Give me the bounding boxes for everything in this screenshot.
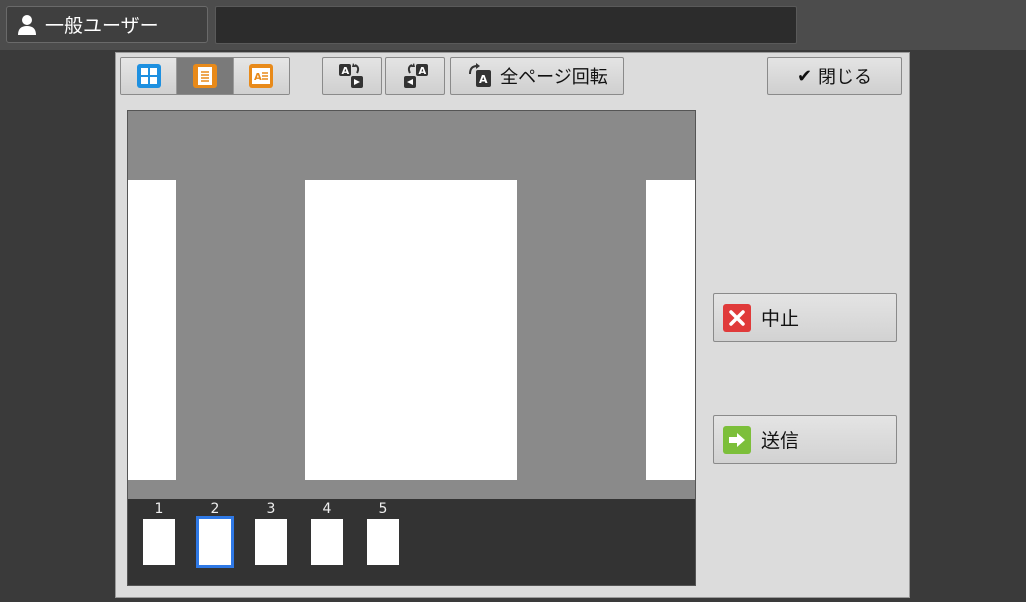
rotate-right-button[interactable]: A: [385, 57, 445, 95]
page-view-icon: [192, 64, 217, 88]
thumbnail-image: [196, 516, 234, 568]
title-field[interactable]: [215, 6, 797, 44]
rotate-all-pages-button[interactable]: A 全ページ回転: [450, 57, 624, 95]
send-label: 送信: [761, 430, 800, 452]
view-mode-selector: A: [120, 57, 290, 95]
detail-view-button[interactable]: A: [232, 58, 289, 94]
cancel-label: 中止: [761, 308, 800, 330]
rotate-right-icon: A: [404, 63, 428, 88]
send-arrow-icon: [723, 425, 751, 454]
previous-page-preview[interactable]: [128, 180, 176, 480]
rotate-page-icon: A: [469, 63, 492, 87]
thumbnail-page-5[interactable]: 5: [367, 499, 399, 565]
close-label: 閉じる: [818, 67, 873, 88]
top-bar: 一般ユーザー: [0, 0, 1026, 50]
thumbnail-page-3[interactable]: 3: [255, 499, 287, 565]
thumbnail-image: [311, 519, 343, 565]
single-page-view-button[interactable]: [176, 58, 233, 94]
svg-text:A: A: [479, 73, 488, 86]
thumbnail-page-1[interactable]: 1: [143, 499, 175, 565]
thumbnail-strip: 1 2 3 4 5: [128, 499, 695, 585]
thumbnail-page-4[interactable]: 4: [311, 499, 343, 565]
thumbnail-number: 5: [378, 501, 388, 517]
send-button[interactable]: 送信: [713, 415, 897, 464]
cancel-x-icon: [723, 303, 751, 332]
rotate-left-icon: A: [339, 63, 363, 88]
thumbnail-image: [255, 519, 287, 565]
grid-view-icon: [136, 64, 161, 88]
thumbnail-number: 3: [266, 501, 276, 517]
thumbnail-image: [143, 519, 175, 565]
user-button[interactable]: 一般ユーザー: [6, 6, 208, 43]
preview-dialog: A A A A 全ページ回転 ✔ 閉じる 1 2 3 4 5 中止 送信: [115, 52, 910, 598]
page-preview-area: 1 2 3 4 5: [127, 110, 696, 586]
current-page-preview: [305, 180, 517, 480]
svg-text:A: A: [342, 66, 350, 77]
thumbnail-image: [367, 519, 399, 565]
user-label: 一般ユーザー: [45, 15, 159, 37]
close-button[interactable]: ✔ 閉じる: [767, 57, 902, 95]
next-page-preview[interactable]: [646, 180, 695, 480]
thumbnail-number: 1: [154, 501, 164, 517]
cancel-button[interactable]: 中止: [713, 293, 897, 342]
rotate-left-button[interactable]: A: [322, 57, 382, 95]
svg-text:A: A: [419, 66, 427, 77]
thumbnail-number: 4: [322, 501, 332, 517]
thumbnail-page-2-selected[interactable]: 2: [196, 499, 234, 568]
user-icon: [18, 14, 36, 35]
checkmark-icon: ✔: [796, 65, 813, 87]
grid-view-button[interactable]: [121, 58, 177, 94]
svg-text:A: A: [254, 72, 262, 83]
document-detail-icon: A: [249, 64, 274, 88]
rotate-all-pages-label: 全ページ回転: [500, 67, 608, 88]
